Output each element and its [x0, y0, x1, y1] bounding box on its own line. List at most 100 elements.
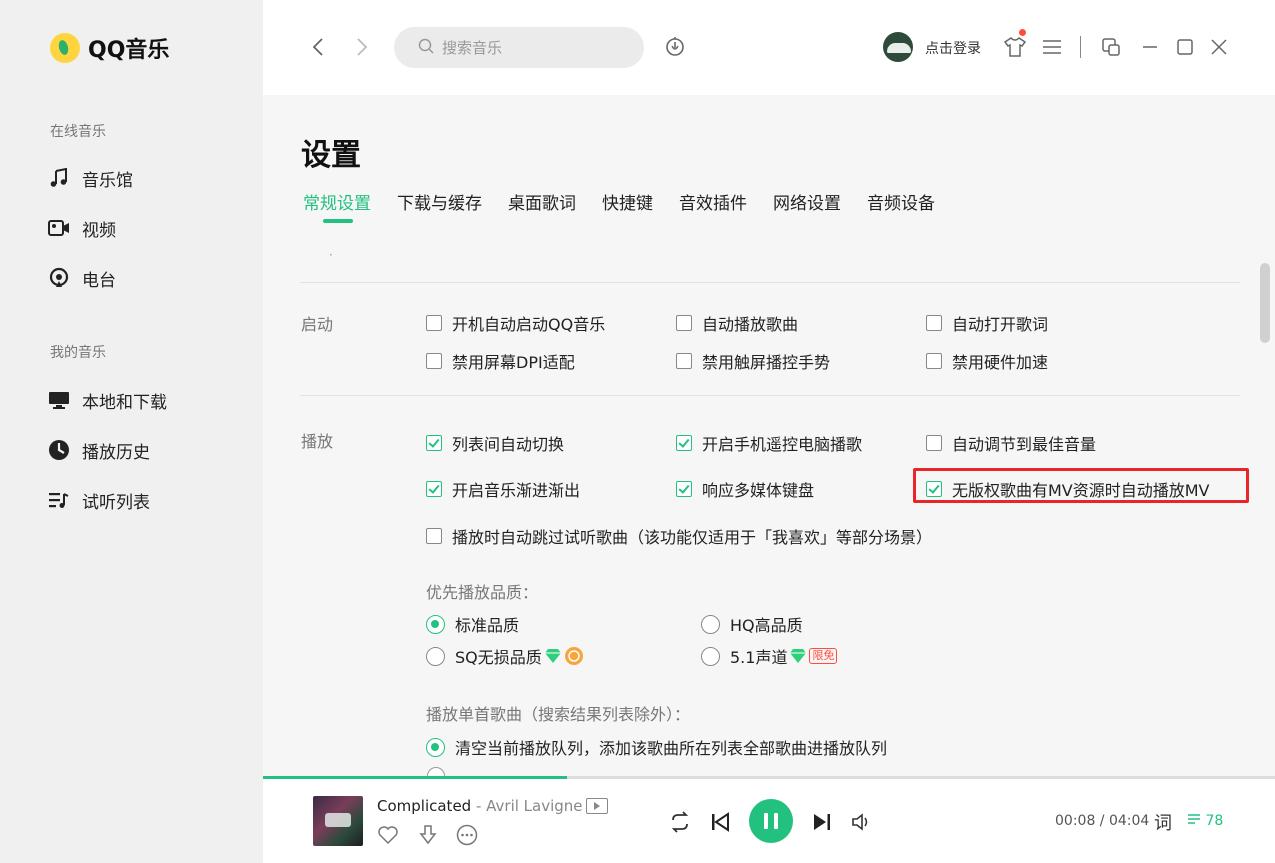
top-bar: 点击登录 — [263, 0, 1275, 95]
option-auto-lyric[interactable]: 自动打开歌词 — [926, 311, 1048, 335]
volume-button[interactable] — [850, 810, 874, 834]
radio-partially-visible[interactable] — [427, 767, 445, 776]
next-button[interactable] — [811, 810, 833, 834]
tab-download-cache[interactable]: 下载与缓存 — [397, 189, 482, 214]
option-auto-play[interactable]: 自动播放歌曲 — [676, 311, 798, 335]
search-box[interactable] — [394, 27, 644, 68]
option-auto-volume[interactable]: 自动调节到最佳音量 — [926, 431, 1096, 455]
album-cover[interactable] — [313, 796, 363, 846]
option-disable-dpi[interactable]: 禁用屏幕DPI适配 — [426, 349, 575, 373]
song-artist: - Avril Lavigne — [471, 797, 583, 815]
mini-mode-button[interactable] — [1099, 35, 1123, 59]
sidebar-item-history[interactable]: 播放历史 — [48, 435, 150, 465]
voice-search-button[interactable] — [663, 35, 687, 59]
tab-desktop-lyrics[interactable]: 桌面歌词 — [508, 189, 576, 214]
sidebar-item-radio[interactable]: 电台 — [48, 263, 116, 293]
download-button[interactable] — [417, 824, 439, 846]
sidebar-item-label: 电台 — [82, 270, 116, 291]
like-button[interactable] — [377, 824, 399, 846]
single-clear-queue[interactable]: 清空当前播放队列，添加该歌曲所在列表全部歌曲进播放队列 — [426, 735, 887, 759]
radio-selected[interactable] — [426, 737, 445, 757]
sidebar-item-music-hall[interactable]: 音乐馆 — [48, 163, 133, 193]
skip-next-icon — [814, 814, 830, 830]
quality-hq[interactable]: HQ高品质 — [701, 612, 803, 636]
checkbox[interactable] — [426, 528, 442, 544]
back-button[interactable] — [307, 36, 329, 58]
option-label: 禁用触屏播控手势 — [702, 353, 831, 372]
checkbox[interactable] — [676, 315, 692, 331]
previous-button[interactable] — [709, 810, 731, 834]
checkbox-checked[interactable] — [676, 481, 692, 497]
radio[interactable] — [701, 614, 720, 634]
option-disable-hw-accel[interactable]: 禁用硬件加速 — [926, 349, 1048, 373]
radio[interactable] — [701, 646, 720, 666]
sidebar-item-label: 试听列表 — [82, 492, 150, 513]
menu-button[interactable] — [1040, 35, 1064, 59]
music-note-icon — [48, 167, 70, 189]
sidebar-item-video[interactable]: 视频 — [48, 213, 116, 243]
sidebar-item-trial-list[interactable]: 试听列表 — [48, 485, 150, 515]
checkbox[interactable] — [926, 435, 942, 451]
minimize-button[interactable] — [1138, 35, 1162, 59]
option-auto-switch-list[interactable]: 列表间自动切换 — [426, 431, 564, 455]
radio[interactable] — [426, 646, 445, 666]
checkbox[interactable] — [926, 315, 942, 331]
tab-general[interactable]: 常规设置 — [303, 189, 371, 223]
option-phone-remote[interactable]: 开启手机遥控电脑播歌 — [676, 431, 862, 455]
checkbox-checked[interactable] — [426, 435, 442, 451]
search-input[interactable] — [442, 38, 622, 57]
user-avatar[interactable] — [883, 32, 913, 62]
song-title: Complicated — [377, 797, 472, 815]
checkbox[interactable] — [676, 353, 692, 369]
checkbox[interactable] — [426, 353, 442, 369]
quality-label: 优先播放品质： — [426, 583, 539, 602]
loop-mode-button[interactable] — [668, 810, 692, 834]
more-button[interactable] — [456, 824, 478, 846]
app-name: QQ音乐 — [88, 38, 170, 63]
vip-diamond-icon — [790, 649, 807, 663]
option-disable-touch-gesture[interactable]: 禁用触屏播控手势 — [676, 349, 830, 373]
now-playing[interactable]: Complicated - Avril Lavigne — [377, 797, 583, 815]
option-media-keyboard[interactable]: 响应多媒体键盘 — [676, 477, 814, 501]
option-fade-in-out[interactable]: 开启音乐渐进渐出 — [426, 477, 580, 501]
option-label: 禁用屏幕DPI适配 — [452, 353, 575, 372]
scroll-remnant-dot: · — [329, 248, 333, 262]
vip-diamond-icon — [544, 649, 561, 663]
checkbox-checked[interactable] — [426, 481, 442, 497]
highlight-annotation-box — [913, 468, 1249, 503]
tab-audio-device[interactable]: 音频设备 — [867, 189, 935, 214]
option-auto-start[interactable]: 开机自动启动QQ音乐 — [426, 311, 605, 335]
settings-panel: · 启动 开机自动启动QQ音乐 自动播放歌曲 自动打开歌词 禁用屏幕DPI适配 … — [263, 95, 1275, 776]
close-button[interactable] — [1207, 35, 1231, 59]
option-label: HQ高品质 — [730, 616, 803, 635]
skin-shirt-button[interactable] — [1003, 35, 1027, 59]
tab-network[interactable]: 网络设置 — [773, 189, 841, 214]
playback-time: 00:08 / 04:04 — [1055, 813, 1150, 829]
login-link[interactable]: 点击登录 — [925, 38, 981, 58]
checkbox[interactable] — [426, 315, 442, 331]
pause-button[interactable] — [749, 799, 793, 843]
lyrics-button[interactable]: 词 — [1154, 809, 1172, 835]
mv-icon[interactable] — [586, 798, 608, 814]
vertical-scrollbar[interactable] — [1260, 263, 1270, 343]
checkbox[interactable] — [926, 353, 942, 369]
notification-dot — [1019, 29, 1026, 36]
radio-selected[interactable] — [426, 614, 445, 634]
quality-5-1-channel[interactable]: 5.1声道 限免 — [701, 644, 838, 668]
option-skip-trial[interactable]: 播放时自动跳过试听歌曲（该功能仅适用于「我喜欢」等部分场景） — [426, 524, 932, 548]
forward-button[interactable] — [351, 36, 373, 58]
sidebar-item-label: 音乐馆 — [82, 170, 133, 191]
playlist-button[interactable]: 78 — [1187, 813, 1223, 829]
download-icon — [419, 825, 437, 845]
checkbox-checked[interactable] — [676, 435, 692, 451]
tab-shortcuts[interactable]: 快捷键 — [602, 189, 653, 214]
quality-sq[interactable]: SQ无损品质 — [426, 644, 584, 668]
tab-sound-plugins[interactable]: 音效插件 — [679, 189, 747, 214]
limited-free-badge: 限免 — [809, 648, 838, 664]
app-logo[interactable]: QQ音乐 — [50, 32, 169, 64]
sidebar-item-local-download[interactable]: 本地和下载 — [48, 385, 167, 415]
more-dots-icon — [456, 824, 478, 846]
maximize-button[interactable] — [1173, 35, 1197, 59]
quality-standard[interactable]: 标准品质 — [426, 612, 519, 636]
section-divider — [300, 395, 1240, 396]
